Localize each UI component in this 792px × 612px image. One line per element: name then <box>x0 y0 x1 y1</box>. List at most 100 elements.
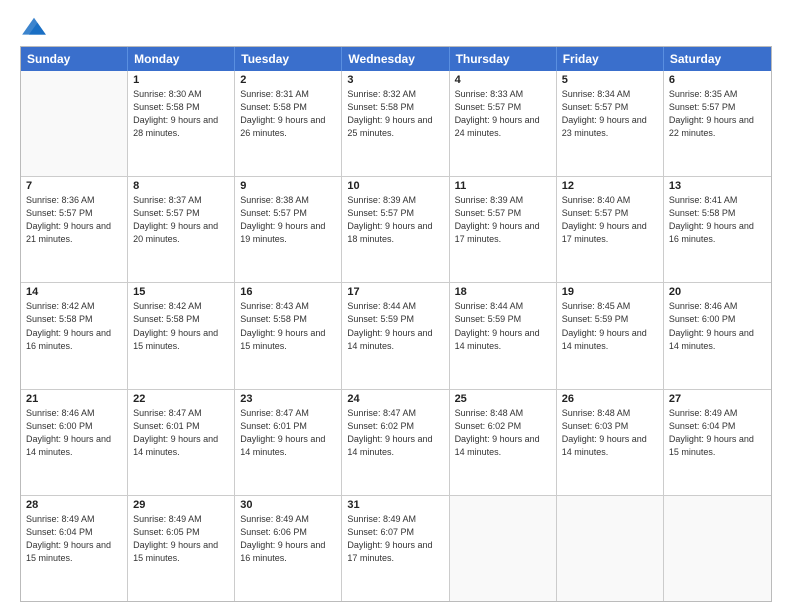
calendar-row-5: 28Sunrise: 8:49 AM Sunset: 6:04 PM Dayli… <box>21 495 771 601</box>
day-number: 16 <box>240 286 336 298</box>
day-info: Sunrise: 8:40 AM Sunset: 5:57 PM Dayligh… <box>562 194 658 246</box>
day-cell-21: 21 Sunrise: 8:46 AM Sunset: 6:00 PM Dayli… <box>21 390 128 495</box>
day-cell-4: 4 Sunrise: 8:33 AM Sunset: 5:57 PM Daylig… <box>450 71 557 176</box>
empty-cell-4-4 <box>450 496 557 601</box>
day-cell-7: 7 Sunrise: 8:36 AM Sunset: 5:57 PM Daylig… <box>21 177 128 282</box>
logo-icon <box>20 16 48 38</box>
day-info: Sunrise: 8:38 AM Sunset: 5:57 PM Dayligh… <box>240 194 336 246</box>
day-cell-31: 31 Sunrise: 8:49 AM Sunset: 6:07 PM Dayli… <box>342 496 449 601</box>
day-info: Sunrise: 8:32 AM Sunset: 5:58 PM Dayligh… <box>347 88 443 140</box>
day-cell-10: 10 Sunrise: 8:39 AM Sunset: 5:57 PM Dayli… <box>342 177 449 282</box>
calendar-row-4: 21 Sunrise: 8:46 AM Sunset: 6:00 PM Dayli… <box>21 389 771 495</box>
day-cell-18: 18 Sunrise: 8:44 AM Sunset: 5:59 PM Dayli… <box>450 283 557 388</box>
calendar-body: 1Sunrise: 8:30 AM Sunset: 5:58 PM Daylig… <box>21 71 771 601</box>
day-info: Sunrise: 8:36 AM Sunset: 5:57 PM Dayligh… <box>26 194 122 246</box>
day-cell-19: 19Sunrise: 8:45 AM Sunset: 5:59 PM Dayli… <box>557 283 664 388</box>
weekday-header-saturday: Saturday <box>664 47 771 71</box>
day-cell-29: 29 Sunrise: 8:49 AM Sunset: 6:05 PM Dayli… <box>128 496 235 601</box>
calendar-row-3: 14 Sunrise: 8:42 AM Sunset: 5:58 PM Dayli… <box>21 282 771 388</box>
day-number: 23 <box>240 393 336 405</box>
day-info: Sunrise: 8:47 AM Sunset: 6:01 PM Dayligh… <box>240 407 336 459</box>
day-number: 21 <box>26 393 122 405</box>
day-cell-27: 27 Sunrise: 8:49 AM Sunset: 6:04 PM Dayli… <box>664 390 771 495</box>
day-info: Sunrise: 8:30 AM Sunset: 5:58 PM Dayligh… <box>133 88 229 140</box>
day-cell-24: 24 Sunrise: 8:47 AM Sunset: 6:02 PM Dayli… <box>342 390 449 495</box>
day-number: 2 <box>240 74 336 86</box>
empty-cell-0-0 <box>21 71 128 176</box>
day-number: 31 <box>347 499 443 511</box>
day-cell-14: 14 Sunrise: 8:42 AM Sunset: 5:58 PM Dayli… <box>21 283 128 388</box>
day-number: 17 <box>347 286 443 298</box>
day-number: 7 <box>26 180 122 192</box>
day-number: 29 <box>133 499 229 511</box>
day-number: 13 <box>669 180 766 192</box>
day-number: 15 <box>133 286 229 298</box>
day-number: 24 <box>347 393 443 405</box>
day-info: Sunrise: 8:31 AM Sunset: 5:58 PM Dayligh… <box>240 88 336 140</box>
day-cell-16: 16Sunrise: 8:43 AM Sunset: 5:58 PM Dayli… <box>235 283 342 388</box>
day-info: Sunrise: 8:49 AM Sunset: 6:07 PM Dayligh… <box>347 513 443 565</box>
day-number: 3 <box>347 74 443 86</box>
day-number: 10 <box>347 180 443 192</box>
day-cell-17: 17 Sunrise: 8:44 AM Sunset: 5:59 PM Dayli… <box>342 283 449 388</box>
day-number: 25 <box>455 393 551 405</box>
day-number: 4 <box>455 74 551 86</box>
day-cell-3: 3 Sunrise: 8:32 AM Sunset: 5:58 PM Daylig… <box>342 71 449 176</box>
calendar-row-2: 7 Sunrise: 8:36 AM Sunset: 5:57 PM Daylig… <box>21 176 771 282</box>
day-cell-9: 9 Sunrise: 8:38 AM Sunset: 5:57 PM Daylig… <box>235 177 342 282</box>
day-number: 18 <box>455 286 551 298</box>
day-info: Sunrise: 8:39 AM Sunset: 5:57 PM Dayligh… <box>455 194 551 246</box>
empty-cell-4-5 <box>557 496 664 601</box>
empty-cell-4-6 <box>664 496 771 601</box>
day-info: Sunrise: 8:44 AM Sunset: 5:59 PM Dayligh… <box>455 300 551 352</box>
day-info: Sunrise: 8:45 AM Sunset: 5:59 PM Dayligh… <box>562 300 658 352</box>
logo <box>20 16 52 38</box>
day-number: 26 <box>562 393 658 405</box>
day-info: Sunrise: 8:44 AM Sunset: 5:59 PM Dayligh… <box>347 300 443 352</box>
day-cell-15: 15Sunrise: 8:42 AM Sunset: 5:58 PM Dayli… <box>128 283 235 388</box>
day-info: Sunrise: 8:37 AM Sunset: 5:57 PM Dayligh… <box>133 194 229 246</box>
weekday-header-monday: Monday <box>128 47 235 71</box>
day-info: Sunrise: 8:42 AM Sunset: 5:58 PM Dayligh… <box>26 300 122 352</box>
day-info: Sunrise: 8:34 AM Sunset: 5:57 PM Dayligh… <box>562 88 658 140</box>
page-header <box>20 16 772 38</box>
day-cell-22: 22Sunrise: 8:47 AM Sunset: 6:01 PM Dayli… <box>128 390 235 495</box>
day-number: 9 <box>240 180 336 192</box>
day-number: 5 <box>562 74 658 86</box>
day-info: Sunrise: 8:48 AM Sunset: 6:03 PM Dayligh… <box>562 407 658 459</box>
day-cell-28: 28Sunrise: 8:49 AM Sunset: 6:04 PM Dayli… <box>21 496 128 601</box>
day-cell-25: 25 Sunrise: 8:48 AM Sunset: 6:02 PM Dayli… <box>450 390 557 495</box>
day-number: 30 <box>240 499 336 511</box>
day-number: 27 <box>669 393 766 405</box>
day-info: Sunrise: 8:47 AM Sunset: 6:01 PM Dayligh… <box>133 407 229 459</box>
calendar: SundayMondayTuesdayWednesdayThursdayFrid… <box>20 46 772 602</box>
weekday-header-thursday: Thursday <box>450 47 557 71</box>
day-info: Sunrise: 8:46 AM Sunset: 6:00 PM Dayligh… <box>26 407 122 459</box>
day-cell-2: 2 Sunrise: 8:31 AM Sunset: 5:58 PM Daylig… <box>235 71 342 176</box>
day-info: Sunrise: 8:49 AM Sunset: 6:04 PM Dayligh… <box>26 513 122 565</box>
weekday-header-sunday: Sunday <box>21 47 128 71</box>
day-cell-23: 23 Sunrise: 8:47 AM Sunset: 6:01 PM Dayli… <box>235 390 342 495</box>
day-cell-1: 1Sunrise: 8:30 AM Sunset: 5:58 PM Daylig… <box>128 71 235 176</box>
day-cell-5: 5 Sunrise: 8:34 AM Sunset: 5:57 PM Daylig… <box>557 71 664 176</box>
weekday-header-wednesday: Wednesday <box>342 47 449 71</box>
day-cell-26: 26 Sunrise: 8:48 AM Sunset: 6:03 PM Dayli… <box>557 390 664 495</box>
day-info: Sunrise: 8:39 AM Sunset: 5:57 PM Dayligh… <box>347 194 443 246</box>
day-cell-30: 30 Sunrise: 8:49 AM Sunset: 6:06 PM Dayli… <box>235 496 342 601</box>
day-info: Sunrise: 8:33 AM Sunset: 5:57 PM Dayligh… <box>455 88 551 140</box>
day-info: Sunrise: 8:47 AM Sunset: 6:02 PM Dayligh… <box>347 407 443 459</box>
day-info: Sunrise: 8:49 AM Sunset: 6:06 PM Dayligh… <box>240 513 336 565</box>
day-info: Sunrise: 8:46 AM Sunset: 6:00 PM Dayligh… <box>669 300 766 352</box>
day-cell-20: 20 Sunrise: 8:46 AM Sunset: 6:00 PM Dayli… <box>664 283 771 388</box>
day-cell-6: 6Sunrise: 8:35 AM Sunset: 5:57 PM Daylig… <box>664 71 771 176</box>
day-cell-12: 12 Sunrise: 8:40 AM Sunset: 5:57 PM Dayli… <box>557 177 664 282</box>
day-number: 12 <box>562 180 658 192</box>
day-number: 14 <box>26 286 122 298</box>
day-info: Sunrise: 8:49 AM Sunset: 6:04 PM Dayligh… <box>669 407 766 459</box>
calendar-page: SundayMondayTuesdayWednesdayThursdayFrid… <box>0 0 792 612</box>
day-info: Sunrise: 8:41 AM Sunset: 5:58 PM Dayligh… <box>669 194 766 246</box>
day-number: 6 <box>669 74 766 86</box>
day-info: Sunrise: 8:49 AM Sunset: 6:05 PM Dayligh… <box>133 513 229 565</box>
day-number: 20 <box>669 286 766 298</box>
day-info: Sunrise: 8:48 AM Sunset: 6:02 PM Dayligh… <box>455 407 551 459</box>
